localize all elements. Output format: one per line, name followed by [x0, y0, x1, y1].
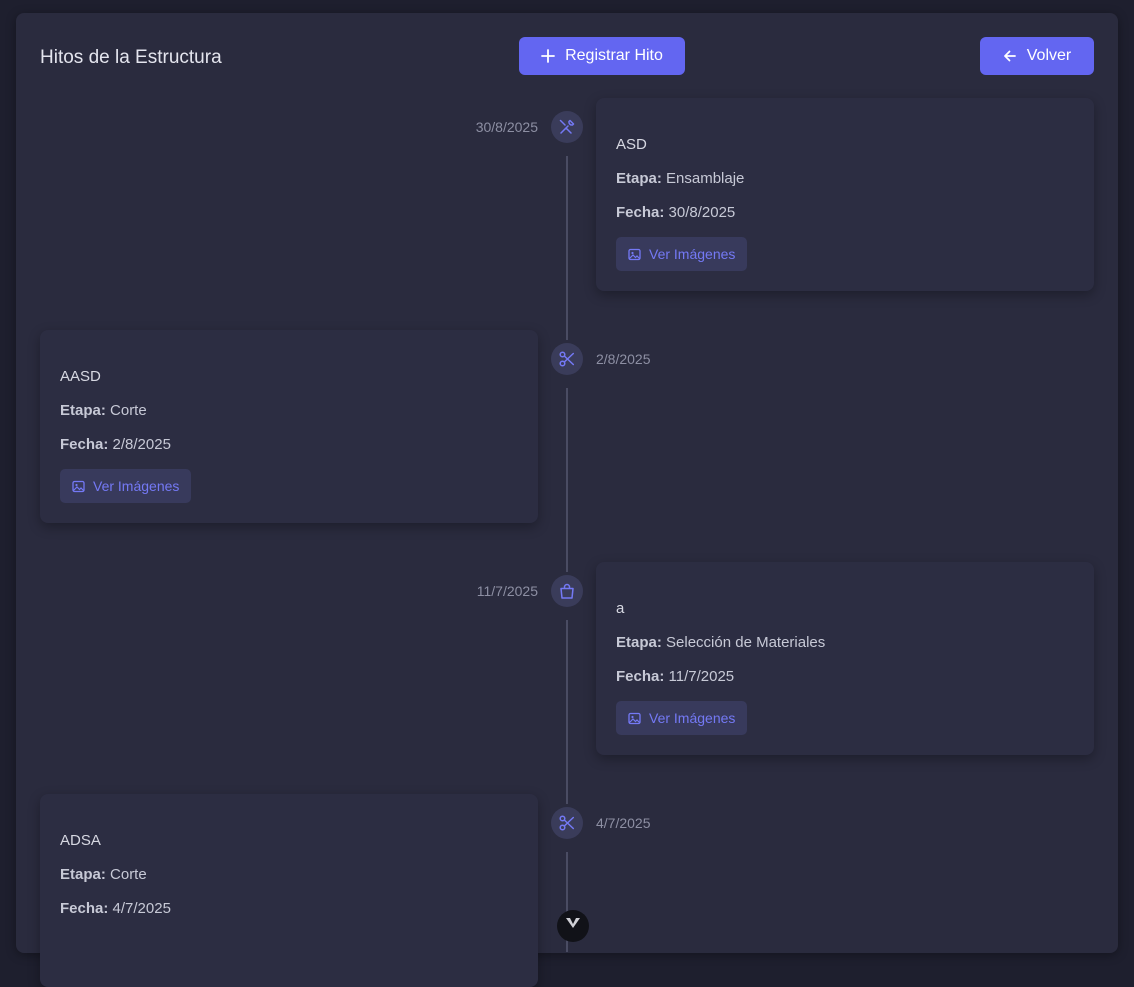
page-title: Hitos de la Estructura: [40, 47, 222, 68]
view-images-button[interactable]: Ver Imágenes: [616, 701, 748, 735]
milestone-date-label: 4/7/2025: [596, 815, 651, 831]
milestone-card: AASD Etapa: Corte Fecha: 2/8/2025 Ver Im…: [40, 330, 538, 523]
date-label: Fecha:: [60, 900, 109, 917]
milestone-stage: Etapa: Ensamblaje: [616, 169, 1074, 189]
register-milestone-label: Registrar Hito: [565, 47, 663, 64]
milestone-card: a Etapa: Selección de Materiales Fecha: …: [596, 562, 1094, 755]
milestone-node: [551, 807, 583, 839]
stage-value: Corte: [110, 402, 147, 419]
date-label: Fecha:: [616, 204, 665, 221]
date-value: 2/8/2025: [112, 436, 171, 453]
milestone-stage: Etapa: Corte: [60, 865, 518, 885]
date-label: Fecha:: [616, 668, 665, 685]
plus-icon: [541, 49, 555, 63]
stage-label: Etapa:: [60, 866, 106, 883]
milestone-node: [551, 111, 583, 143]
back-button[interactable]: Volver: [980, 37, 1094, 75]
date-label: Fecha:: [60, 436, 109, 453]
register-milestone-button[interactable]: Registrar Hito: [519, 37, 685, 75]
stage-value: Ensamblaje: [666, 170, 745, 187]
vue-devtools-icon[interactable]: [557, 910, 589, 942]
milestone-date: Fecha: 30/8/2025: [616, 203, 1074, 223]
milestone-stage: Etapa: Corte: [60, 401, 518, 421]
milestone-date: Fecha: 11/7/2025: [616, 667, 1074, 687]
timeline-connector: [566, 156, 568, 340]
timeline-connector: [566, 388, 568, 572]
stage-label: Etapa:: [616, 170, 662, 187]
milestone-title: ASD: [616, 136, 647, 153]
view-images-label: Ver Imágenes: [93, 478, 180, 494]
milestone-date-label: 2/8/2025: [596, 351, 651, 367]
tools-icon: [559, 119, 575, 134]
milestone-title: AASD: [60, 368, 101, 385]
milestone-card: ADSA Etapa: Corte Fecha: 4/7/2025: [40, 794, 538, 987]
scissors-icon: [559, 351, 575, 367]
view-images-label: Ver Imágenes: [649, 710, 736, 726]
scissors-icon: [559, 815, 575, 831]
timeline-connector: [566, 620, 568, 804]
stage-label: Etapa:: [60, 402, 106, 419]
milestone-title: a: [616, 600, 625, 617]
view-images-button[interactable]: Ver Imágenes: [616, 237, 748, 271]
milestones-panel: Hitos de la Estructura Registrar Hito Vo…: [16, 13, 1118, 987]
milestone-node: [551, 343, 583, 375]
milestone-stage: Etapa: Selección de Materiales: [616, 633, 1074, 653]
date-value: 30/8/2025: [668, 204, 736, 221]
image-icon: [628, 712, 641, 724]
back-label: Volver: [1026, 47, 1072, 64]
date-value: 4/7/2025: [112, 900, 171, 917]
view-images-label: Ver Imágenes: [649, 246, 736, 262]
arrow-left-icon: [1003, 49, 1017, 63]
stage-value: Corte: [110, 866, 147, 883]
view-images-button[interactable]: Ver Imágenes: [60, 469, 192, 503]
stage-label: Etapa:: [616, 634, 662, 651]
milestone-title: ADSA: [60, 832, 101, 849]
milestone-date: Fecha: 2/8/2025: [60, 435, 518, 455]
milestone-card: ASD Etapa: Ensamblaje Fecha: 30/8/2025 V…: [596, 98, 1094, 291]
stage-value: Selección de Materiales: [666, 634, 826, 651]
shopping-bag-icon: [560, 583, 574, 599]
image-icon: [72, 480, 85, 492]
date-value: 11/7/2025: [668, 668, 735, 685]
milestone-date: Fecha: 4/7/2025: [60, 899, 518, 919]
milestone-node: [551, 575, 583, 607]
milestone-date-label: 30/8/2025: [475, 119, 538, 135]
image-icon: [628, 248, 641, 260]
milestone-date-label: 11/7/2025: [476, 583, 538, 599]
